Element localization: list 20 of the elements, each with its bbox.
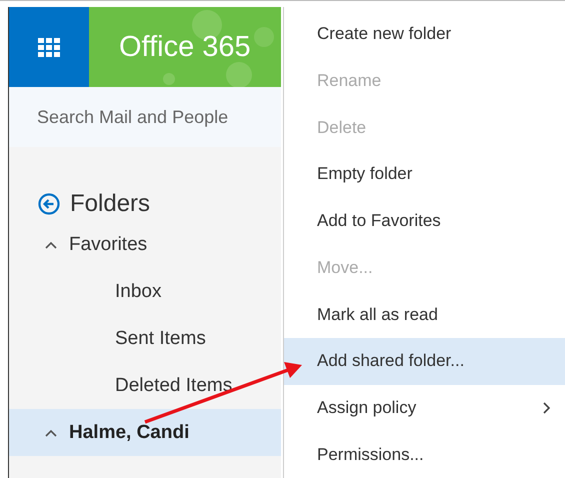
caret-icon[interactable] — [45, 240, 57, 248]
menu-item[interactable]: Create new folder — [284, 11, 565, 58]
menu-item[interactable]: Add to Favorites — [284, 198, 565, 245]
menu-item[interactable]: Add shared folder... — [284, 338, 565, 385]
app-launcher-icon — [37, 37, 61, 57]
folder-group[interactable]: Favorites — [9, 221, 281, 268]
app-launcher-button[interactable] — [9, 7, 89, 87]
menu-item[interactable]: Mark all as read — [284, 291, 565, 338]
caret-icon[interactable] — [45, 428, 57, 436]
menu-item[interactable]: Empty folder — [284, 151, 565, 198]
back-icon[interactable] — [38, 193, 60, 215]
pane-title: Folders — [70, 190, 150, 218]
menu-item[interactable]: Permissions... — [284, 431, 565, 478]
app-title: Office 365 — [118, 30, 251, 64]
search-field[interactable]: Search Mail and People — [9, 87, 281, 147]
folder-group[interactable]: Halme, Candi — [9, 409, 281, 456]
folder-item[interactable]: Sent Items — [9, 315, 281, 362]
folder-item[interactable]: Inbox — [9, 268, 281, 315]
folder-item[interactable]: Deleted Items — [9, 362, 281, 409]
menu-item[interactable]: Assign policy — [284, 384, 565, 432]
